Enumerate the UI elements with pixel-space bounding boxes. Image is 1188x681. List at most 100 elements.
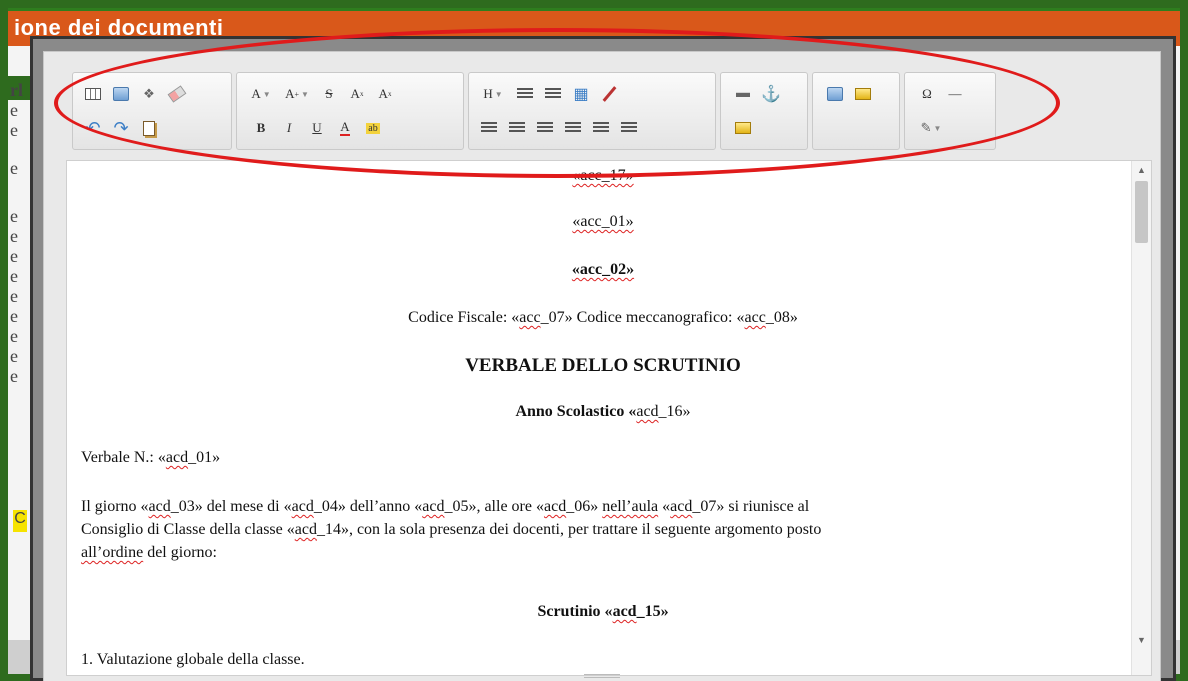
italic-button[interactable]: I [275,115,303,141]
align-left-icon[interactable] [475,115,503,141]
left-letter: e [10,158,18,178]
doc-var: acd [165,449,189,466]
doc-scrutinio: Scrutinio «acd_15» [81,603,1125,621]
scrollbar-thumb[interactable] [1135,181,1148,243]
editor-content-area[interactable]: «acc_17» «acc_01» «acc_02» Codice Fiscal… [66,160,1152,676]
left-letter: e [10,346,18,366]
chevron-down-icon: ▼ [262,89,271,99]
align-justify-icon[interactable] [559,115,587,141]
indent-increase-icon[interactable] [539,81,567,107]
doc-line-acc02: «acc_02» [81,261,1125,279]
editor-dialog: ❖ ↶ ↷ A ▼ A + ▼ S Ax Ax B I U A ab H ▼ ▦… [30,36,1176,681]
subscript-icon: x [387,90,392,98]
doc-var: acd [291,498,314,515]
subscript-label: A [378,86,388,101]
doc-verbale-number: Verbale N.: «acd_01» [81,449,1125,467]
left-letter: e [10,306,18,326]
redo-icon[interactable]: ↷ [107,115,135,141]
bold-button[interactable]: B [247,115,275,141]
underline-label: U [312,120,322,135]
numbered-list-icon[interactable] [587,115,615,141]
underline-button[interactable]: U [303,115,331,141]
paint-brush-icon[interactable] [595,81,623,107]
toolbar-group-font: A ▼ A + ▼ S Ax Ax B I U A ab [236,72,464,150]
doc-text: Scrutinio « [537,603,613,620]
doc-text: «acc_02» [571,261,635,278]
special-char-button[interactable]: Ω [913,81,941,107]
left-letter: e [10,286,18,306]
table-icon[interactable] [79,81,107,107]
editor-toolbar: ❖ ↶ ↷ A ▼ A + ▼ S Ax Ax B I U A ab H ▼ ▦… [70,66,1130,162]
scroll-down-icon[interactable]: ▼ [1137,635,1146,645]
doc-text: Verbale N.: « [81,449,166,466]
format-dropdown[interactable]: ✎ ▼ [913,115,949,141]
link-icon[interactable]: ▬ [729,81,757,107]
doc-text: _07» Codice meccanografico: « [540,309,745,326]
doc-anno-scolastico: Anno Scolastico «acd_16» [81,403,1125,421]
highlight-button[interactable]: ab [359,115,387,141]
strikethrough-button[interactable]: S [315,81,343,107]
left-letter: e [10,100,18,120]
doc-text: _06» [566,498,603,515]
strikethrough-label: S [325,86,333,101]
doc-var: acd [543,498,567,515]
doc-text: _07» si riunisce al [692,498,810,515]
doc-var: nell’aula [602,498,659,515]
highlight-label: ab [366,122,380,134]
indent-decrease-icon[interactable] [511,81,539,107]
bullet-list-icon[interactable] [615,115,643,141]
paste-icon[interactable] [135,115,163,141]
horizontal-rule-label: — [948,86,962,101]
scroll-up-icon[interactable]: ▲ [1137,165,1146,175]
resize-handle[interactable] [584,674,620,678]
toolbar-group-insert: ▬ ⚓ [720,72,808,150]
font-family-dropdown[interactable]: A ▼ [243,81,279,107]
doc-text: Il giorno « [81,498,149,515]
font-family-label: A [251,86,261,101]
doc-text: _16» [658,403,691,420]
subscript-button[interactable]: Ax [371,81,399,107]
left-letter: e [10,206,18,226]
superscript-button[interactable]: Ax [343,81,371,107]
special-char-label: Ω [922,86,932,101]
anchor-icon[interactable]: ⚓ [757,81,785,107]
font-size-label: A [285,86,295,101]
toolbar-group-edit: ❖ ↶ ↷ [72,72,232,150]
left-letter: e [10,266,18,286]
doc-paragraph: Il giorno «acd_03» del mese di «acd_04» … [81,495,1125,564]
toolbar-group-view [812,72,900,150]
left-letter: e [10,120,18,140]
undo-icon[interactable]: ↶ [79,115,107,141]
pencil-icon: ✎ [920,120,932,135]
superscript-label: A [350,86,360,101]
font-size-dropdown[interactable]: A + ▼ [279,81,315,107]
preview-icon[interactable] [821,81,849,107]
editor-scrollbar[interactable]: ▲ ▼ [1131,161,1151,675]
font-color-label: A [340,119,350,136]
doc-codice-fiscale: Codice Fiscale: «acc_07» Codice meccanog… [81,309,1125,327]
editor-dialog-body: ❖ ↶ ↷ A ▼ A + ▼ S Ax Ax B I U A ab H ▼ ▦… [43,51,1161,681]
doc-text: _01» [188,449,221,466]
italic-label: I [286,120,292,135]
horizontal-rule-button[interactable]: — [941,81,969,107]
find-icon[interactable]: ❖ [135,81,163,107]
doc-text: Codice Fiscale: « [408,309,520,326]
doc-text: «acc_17» [572,167,634,184]
superscript-icon: x [359,90,364,98]
document-style-icon[interactable]: ▦ [567,81,595,107]
doc-var: acd [636,403,659,420]
toolbar-group-paragraph: H ▼ ▦ [468,72,716,150]
align-right-icon[interactable] [531,115,559,141]
eraser-icon[interactable] [163,81,191,107]
heading-label: H [483,86,493,101]
doc-line-acc01: «acc_01» [81,213,1125,231]
doc-text: _08» [765,309,798,326]
edit-source-icon[interactable] [849,81,877,107]
image-icon[interactable] [107,81,135,107]
align-center-icon[interactable] [503,115,531,141]
left-letter: e [10,326,18,346]
left-letter: e [10,226,18,246]
font-color-button[interactable]: A [331,115,359,141]
heading-dropdown[interactable]: H ▼ [475,81,511,107]
insert-image-icon[interactable] [729,115,757,141]
